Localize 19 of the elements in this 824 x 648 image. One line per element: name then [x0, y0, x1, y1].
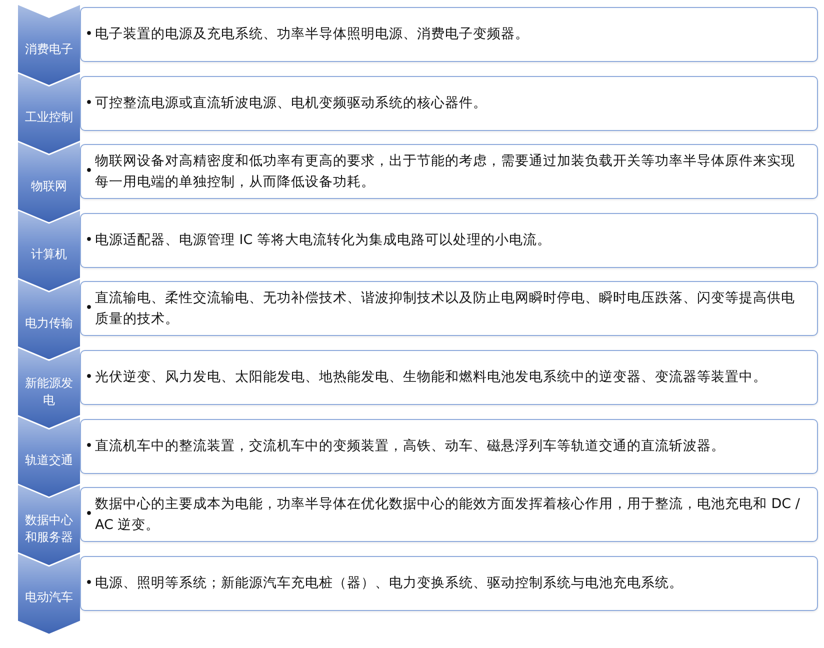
description-text: 直流机车中的整流装置，交流机车中的变频装置，高铁、动车、磁悬浮列车等轨道交通的直流斩波器。	[95, 436, 725, 456]
description-text: 直流输电、柔性交流输电、无功补偿技术、谐波抑制技术以及防止电网瞬时停电、瞬时电压跌落、闪变等提高供电质量的技术。	[95, 288, 796, 329]
description-text: 可控整流电源或直流斩波电源、电机变频驱动系统的核心器件。	[95, 94, 487, 113]
bullet: •	[85, 94, 94, 113]
description-text: 电源适配器、电源管理 IC 等将大电流转化为集成电路可以处理的小电流。	[95, 230, 551, 250]
description-text: 电源、照明等系统；新能源汽车充电桩（器）、电力变换系统、驱动控制系统与电池充电系统。	[95, 574, 683, 593]
bullet: •	[85, 230, 94, 250]
bullet: •	[85, 299, 94, 318]
description-text: 物联网设备对高精密度和低功率有更高的要求，出于节能的考虑，需要通过加装负载开关等功率半导体原件来实现每一用电端的单独控制，从而降低设备功耗。	[95, 152, 796, 192]
bullet: •	[85, 505, 94, 524]
category-label: 电动汽车	[18, 554, 80, 634]
bullet: •	[85, 436, 94, 456]
bullet: •	[85, 368, 94, 387]
bullet: •	[85, 162, 94, 182]
bullet: •	[85, 574, 94, 593]
description-text: 电子装置的电源及充电系统、功率半导体照明电源、消费电子变频器。	[95, 25, 529, 44]
description-text: 光伏逆变、风力发电、太阳能发电、地热能发电、生物能和燃料电池发电系统中的逆变器、变流器等装置中。	[95, 368, 767, 387]
bullet: •	[85, 25, 94, 44]
description-text: 数据中心的主要成本为电能，功率半导体在优化数据中心的能效方面发挥着核心作用，用于整流，电池充电和 DC / AC 逆变。	[95, 494, 801, 535]
